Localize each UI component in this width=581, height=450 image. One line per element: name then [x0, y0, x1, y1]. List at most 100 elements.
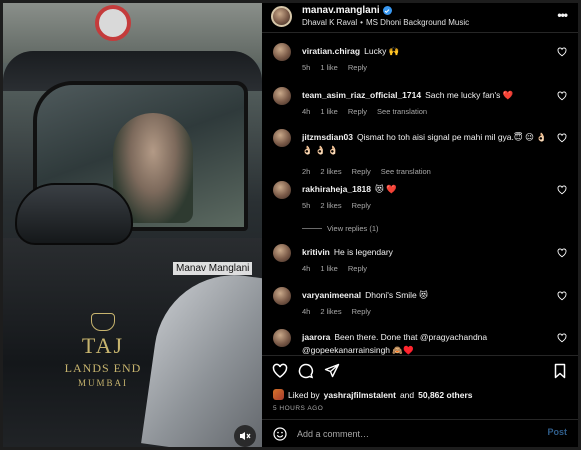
comment-time: 5h: [302, 201, 311, 210]
comments-list: viratian.chirag Lucky 🙌 5h 1 like Reply team_…: [262, 35, 578, 355]
liked-by-count[interactable]: 50,862 others: [418, 390, 472, 400]
comment-body: 😻 ❤️: [375, 184, 397, 194]
like-heart-icon[interactable]: [272, 363, 288, 379]
add-comment-input[interactable]: [297, 427, 517, 441]
commenter-username[interactable]: varyanimeenal: [302, 290, 361, 300]
commenter-username[interactable]: jitzmsdian03: [302, 132, 353, 142]
comment-like-count[interactable]: 1 like: [320, 107, 338, 116]
comment-like-heart-icon[interactable]: [557, 291, 567, 301]
video-name-caption: Manav Manglani: [173, 262, 253, 275]
comment-time: 2h: [302, 167, 311, 176]
logo-line-1: TAJ: [81, 333, 125, 358]
comment-text-block: viratian.chirag Lucky 🙌: [302, 45, 547, 58]
comment-like-heart-icon[interactable]: [557, 133, 567, 143]
reply-button[interactable]: Reply: [352, 307, 371, 316]
comment-body: Lucky 🙌: [364, 46, 400, 56]
commenter-avatar[interactable]: [273, 87, 291, 105]
comment-text-block: team_asim_riaz_official_1714 Sach me luck…: [302, 89, 547, 102]
audio-user[interactable]: Dhaval K Raval: [302, 18, 357, 27]
comment-meta: 4h 2 likes Reply: [302, 307, 371, 316]
replies-divider: [302, 228, 322, 229]
audio-track[interactable]: MS Dhoni Background Music: [366, 18, 469, 27]
commenter-avatar[interactable]: [273, 244, 291, 262]
emoji-smiley-icon[interactable]: [273, 427, 287, 441]
commenter-username[interactable]: jaarora: [302, 332, 330, 342]
speaker-muted-icon: [240, 432, 251, 440]
comment-like-heart-icon[interactable]: [557, 47, 567, 57]
post-header: manav.manglani Dhaval K Raval • MS Dhoni…: [262, 3, 578, 33]
hotel-logo: TAJ LANDS END MUMBAI: [48, 333, 158, 388]
add-comment-bar: Post: [262, 419, 578, 447]
commenter-avatar[interactable]: [273, 43, 291, 61]
hotel-crest-logo: [91, 313, 115, 331]
commenter-avatar[interactable]: [273, 181, 291, 199]
comment-like-heart-icon[interactable]: [557, 185, 567, 195]
comment-text-block: jitzmsdian03 Qismat ho toh aisi signal pe…: [302, 131, 547, 157]
comment-like-count[interactable]: 2 likes: [320, 167, 341, 176]
see-translation-link[interactable]: See translation: [381, 167, 431, 176]
comment-meta: 4h 1 like Reply See translation: [302, 107, 427, 116]
commenter-avatar[interactable]: [273, 329, 291, 347]
no-parking-sign: [95, 5, 131, 41]
reply-button[interactable]: Reply: [348, 107, 367, 116]
comment-like-count[interactable]: 1 like: [320, 63, 338, 72]
comment-like-heart-icon[interactable]: [557, 91, 567, 101]
reply-button[interactable]: Reply: [352, 201, 371, 210]
comment-like-heart-icon[interactable]: [557, 333, 567, 343]
view-replies-button[interactable]: View replies (1): [302, 224, 379, 233]
comment-like-count[interactable]: 1 like: [320, 264, 338, 273]
author-username-row: manav.manglani: [302, 5, 392, 16]
view-replies-label: View replies (1): [327, 224, 379, 233]
verified-badge-icon: [382, 6, 392, 15]
comment-like-count[interactable]: 2 likes: [320, 201, 341, 210]
save-bookmark-icon[interactable]: [552, 363, 568, 379]
comment-text-block: kritivin He is legendary: [302, 246, 547, 259]
share-send-icon[interactable]: [324, 363, 340, 379]
comment-text-block: varyanimeenal Dhoni's Smile 😻: [302, 289, 547, 302]
audio-attribution: Dhaval K Raval • MS Dhoni Background Mus…: [302, 18, 469, 27]
liked-by-user[interactable]: yashrajfilmstalent: [324, 390, 396, 400]
commenter-avatar[interactable]: [273, 129, 291, 147]
action-bar: Liked by yashrajfilmstalent and 50,862 o…: [262, 355, 578, 415]
liked-by-and: and: [399, 389, 415, 400]
side-mirror: [15, 183, 133, 245]
commenter-username[interactable]: team_asim_riaz_official_1714: [302, 90, 421, 100]
comment-meta: 2h 2 likes Reply See translation: [302, 167, 431, 176]
comment-meta: 5h 2 likes Reply: [302, 201, 371, 210]
author-avatar[interactable]: [271, 6, 292, 27]
post-timestamp: 5 HOURS AGO: [273, 405, 324, 412]
comment-meta: 5h 1 like Reply: [302, 63, 367, 72]
comment-body: Sach me lucky fan's ❤️: [425, 90, 514, 100]
comment-like-count[interactable]: 2 likes: [320, 307, 341, 316]
comment-time: 4h: [302, 307, 311, 316]
audio-separator: •: [360, 18, 363, 27]
post-panel: manav.manglani Dhaval K Raval • MS Dhoni…: [262, 3, 578, 447]
see-translation-link[interactable]: See translation: [377, 107, 427, 116]
comment-bubble-icon[interactable]: [298, 363, 314, 379]
commenter-username[interactable]: kritivin: [302, 247, 330, 257]
more-options-icon[interactable]: •••: [557, 8, 568, 22]
comment-text-block: jaarora Been there. Done that @pragyachan…: [302, 331, 547, 355]
author-username[interactable]: manav.manglani: [302, 5, 380, 16]
reply-button[interactable]: Reply: [348, 264, 367, 273]
post-comment-button[interactable]: Post: [547, 427, 567, 437]
liked-by-prefix: Liked by: [288, 389, 320, 400]
liked-by-row: Liked by yashrajfilmstalent and 50,862 o…: [273, 389, 472, 400]
comment-meta: 4h 1 like Reply: [302, 264, 367, 273]
mute-button[interactable]: [234, 425, 256, 447]
comment-time: 4h: [302, 264, 311, 273]
reply-button[interactable]: Reply: [352, 167, 371, 176]
reply-button[interactable]: Reply: [348, 63, 367, 72]
logo-line-3: MUMBAI: [77, 378, 128, 388]
comment-like-heart-icon[interactable]: [557, 248, 567, 258]
reel-video[interactable]: TAJ LANDS END MUMBAI Manav Manglani: [3, 3, 262, 447]
comment-time: 4h: [302, 107, 311, 116]
comment-text-block: rakhiraheja_1818 😻 ❤️: [302, 183, 547, 196]
comment-body: Dhoni's Smile 😻: [365, 290, 428, 300]
comment-time: 5h: [302, 63, 311, 72]
commenter-avatar[interactable]: [273, 287, 291, 305]
logo-line-2: LANDS END: [64, 361, 142, 375]
comment-body: He is legendary: [333, 247, 393, 257]
commenter-username[interactable]: rakhiraheja_1818: [302, 184, 371, 194]
commenter-username[interactable]: viratian.chirag: [302, 46, 360, 56]
